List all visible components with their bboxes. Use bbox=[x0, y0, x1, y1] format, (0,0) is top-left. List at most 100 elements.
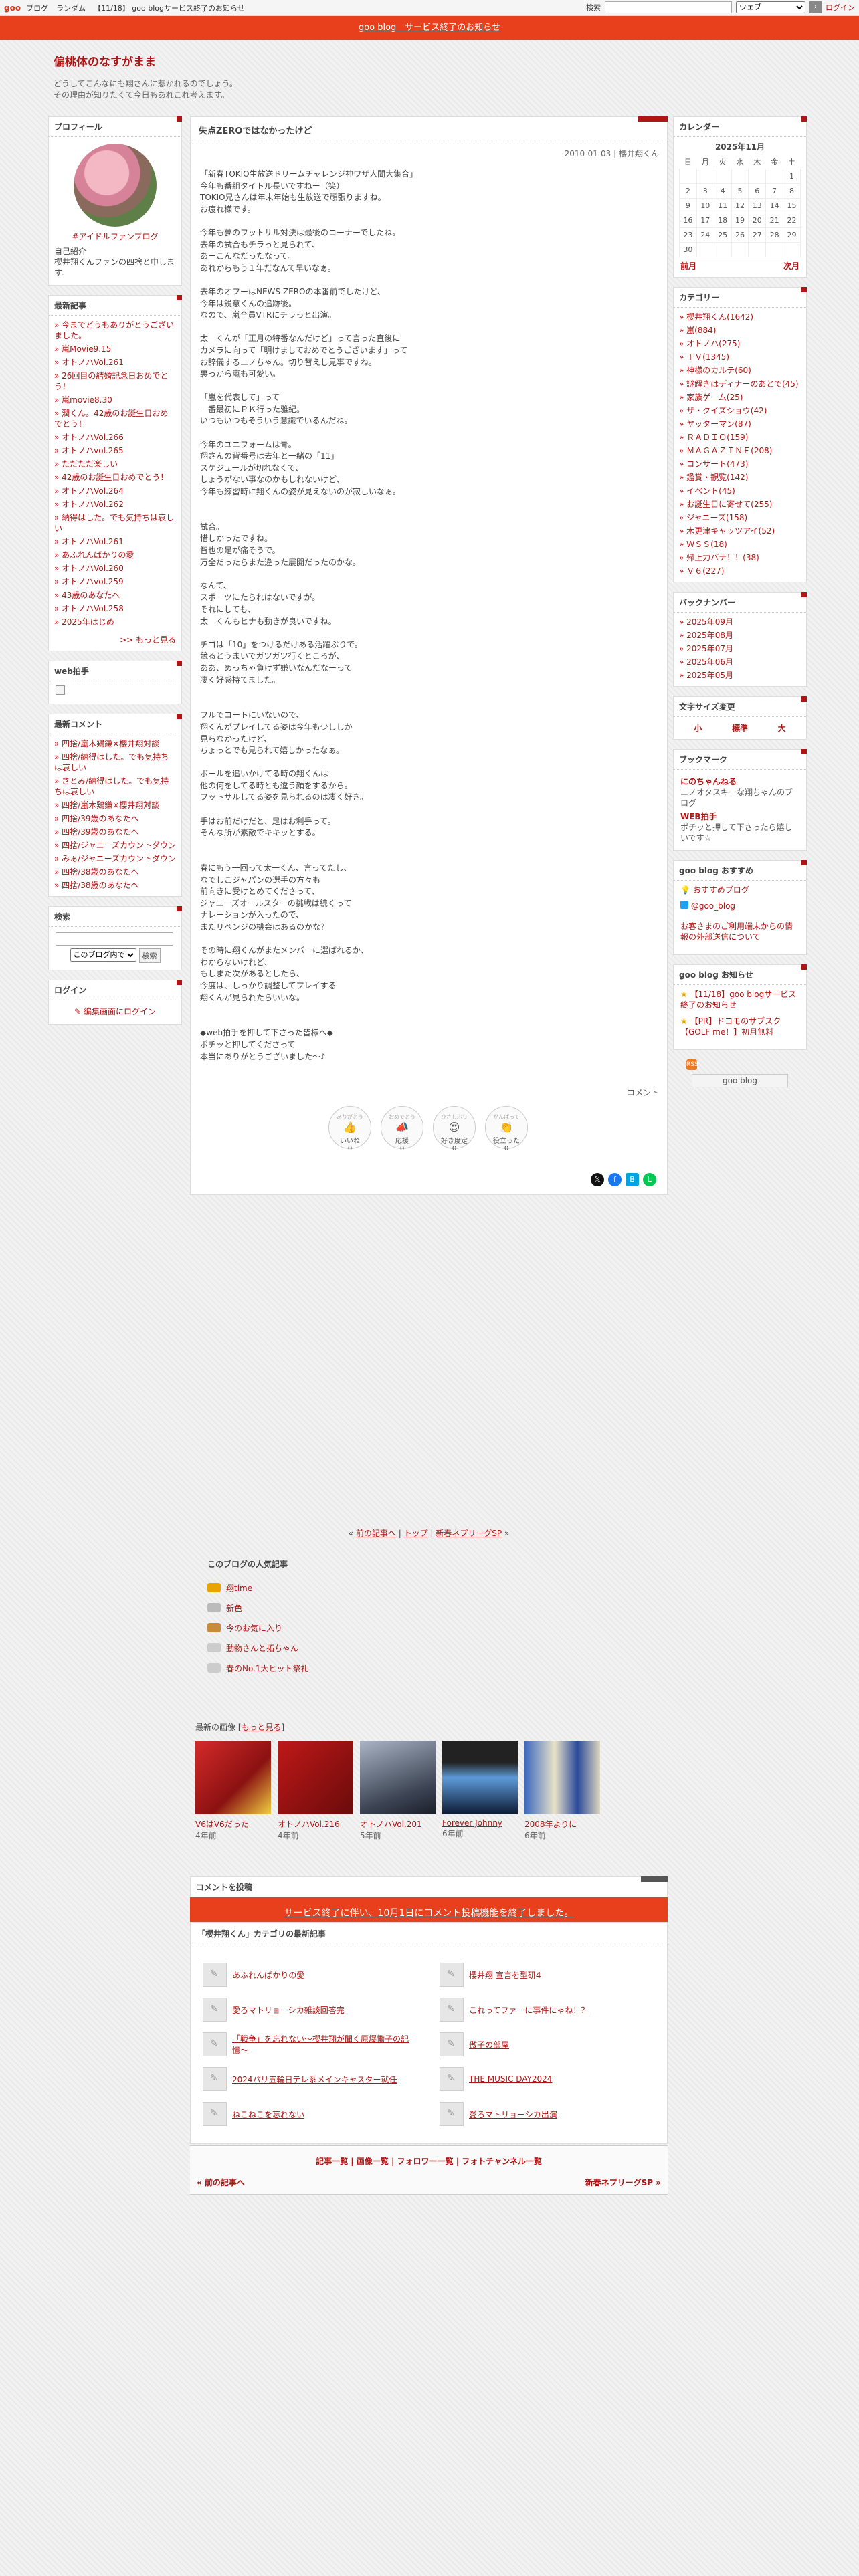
category-post-item[interactable]: 2024パリ五輪日テレ系メインキャスター就任 bbox=[203, 2066, 419, 2092]
category-item[interactable]: イベント(45) bbox=[679, 484, 801, 498]
category-item[interactable]: オトノハ(275) bbox=[679, 337, 801, 350]
category-post-link[interactable]: 「戦争」を忘れない〜櫻井翔が聞く原爆慟子の記憶〜 bbox=[232, 2033, 419, 2056]
comment-item[interactable]: さとみ/納得はした。でも気持ちは哀しい bbox=[54, 774, 176, 798]
recent-image[interactable] bbox=[195, 1741, 271, 1814]
category-link[interactable]: コンサート(473) bbox=[686, 459, 748, 469]
category-post-item[interactable]: 「戦争」を忘れない〜櫻井翔が聞く原爆慟子の記憶〜 bbox=[203, 2031, 419, 2058]
latest-post-link[interactable]: オトノハVol.262 bbox=[62, 500, 124, 509]
latest-post-link[interactable]: オトノハvol.265 bbox=[62, 446, 124, 455]
popular-link[interactable]: 春のNo.1大ヒット祭礼 bbox=[226, 1662, 309, 1674]
calendar-day[interactable]: 1 bbox=[783, 168, 801, 184]
blog-search-input[interactable] bbox=[56, 932, 173, 946]
latest-post-link[interactable]: オトノハVol.266 bbox=[62, 433, 124, 442]
category-post-link[interactable]: あふれんばかりの愛 bbox=[232, 1969, 304, 1981]
calendar-day[interactable]: 19 bbox=[731, 212, 749, 228]
comment-link[interactable]: 四捨/39歳のあなたへ bbox=[62, 814, 138, 823]
latest-post-item[interactable]: 嵐Movie9.15 bbox=[54, 342, 176, 356]
comment-item[interactable]: みぁ/ジャニーズカウントダウン bbox=[54, 852, 176, 865]
latest-post-link[interactable]: 43歳のあなたへ bbox=[62, 591, 120, 600]
blog-title[interactable]: 偏桃体のなすがまま bbox=[54, 52, 656, 69]
notice-link-pr[interactable]: 【PR】ドコモのサブスク【GOLF me！】初月無料 bbox=[680, 1016, 781, 1037]
latest-post-item[interactable]: オトノハVol.262 bbox=[54, 498, 176, 511]
category-item[interactable]: お誕生日に寄せて(255) bbox=[679, 498, 801, 511]
category-item[interactable]: ＲＡＤＩＯ(159) bbox=[679, 431, 801, 444]
comment-item[interactable]: 四捨/39歳のあなたへ bbox=[54, 812, 176, 825]
footer-prev-link[interactable]: « 前の記事へ bbox=[197, 2177, 245, 2188]
latest-post-link[interactable]: オトノハVol.264 bbox=[62, 486, 124, 496]
category-link[interactable]: 帰上力バナ！！(38) bbox=[686, 553, 759, 562]
category-link[interactable]: 家族ゲーム(25) bbox=[686, 393, 743, 402]
category-post-link[interactable]: ねこねこを忘れない bbox=[232, 2109, 304, 2120]
backnumber-link[interactable]: 2025年09月 bbox=[686, 617, 733, 627]
calendar-day[interactable]: 6 bbox=[748, 183, 767, 199]
pager-prev-link[interactable]: 前の記事へ bbox=[356, 1529, 396, 1538]
category-post-item[interactable]: 傲子の部屋 bbox=[440, 2031, 656, 2058]
rss-icon[interactable]: RSS bbox=[686, 1059, 698, 1070]
comment-item[interactable]: 四捨/嵐木鶏鎌×櫻井翔対談 bbox=[54, 737, 176, 750]
calendar-day[interactable]: 8 bbox=[783, 183, 801, 199]
calendar-day[interactable]: 15 bbox=[783, 197, 801, 213]
comment-link[interactable]: 四捨/39歳のあなたへ bbox=[62, 827, 138, 837]
comment-item[interactable]: 四捨/39歳のあなたへ bbox=[54, 825, 176, 839]
category-link[interactable]: ザ・クイズショウ(42) bbox=[686, 406, 767, 415]
category-link[interactable]: イベント(45) bbox=[686, 486, 735, 496]
category-post-item[interactable]: THE MUSIC DAY2024 bbox=[440, 2066, 656, 2092]
category-item[interactable]: 帰上力バナ！！(38) bbox=[679, 551, 801, 564]
latest-post-link[interactable]: 納得はした。でも気持ちは哀しい bbox=[54, 513, 174, 533]
category-item[interactable]: ＷＳＳ(18) bbox=[679, 538, 801, 551]
category-post-link[interactable]: 愛ろマトリョーシカ出演 bbox=[469, 2109, 557, 2120]
footer-nav-links[interactable]: 記事一覧 | 画像一覧 | フォロワー一覧 | フォトチャンネル一覧 bbox=[316, 2157, 542, 2166]
search-scope-select[interactable]: このブログ内で bbox=[70, 948, 136, 962]
calendar-day[interactable]: 28 bbox=[765, 227, 784, 243]
topbar-link-blog[interactable]: ブログ bbox=[26, 3, 48, 13]
font-size-large[interactable]: 大 bbox=[778, 722, 786, 734]
recommend-blog-link[interactable]: おすすめブログ bbox=[693, 885, 749, 895]
latest-post-link[interactable]: 嵐movie8.30 bbox=[62, 395, 112, 405]
pager-top-link[interactable]: トップ bbox=[404, 1529, 428, 1538]
category-item[interactable]: ＭＡＧＡＺＩＮＥ(208) bbox=[679, 444, 801, 457]
latest-post-link[interactable]: オトノハVol.261 bbox=[62, 537, 124, 546]
calendar-day[interactable]: 7 bbox=[765, 183, 784, 199]
category-link[interactable]: ＴＶ(1345) bbox=[686, 352, 729, 362]
category-link[interactable]: お誕生日に寄せて(255) bbox=[686, 500, 772, 509]
category-item[interactable]: Ｖ６(227) bbox=[679, 564, 801, 578]
category-post-item[interactable]: これってファーに事件にゃね！？ bbox=[440, 1996, 656, 2023]
reaction-button[interactable]: ひさしぶり 😍 好き度定 0 bbox=[433, 1105, 476, 1152]
line-share-icon[interactable]: L bbox=[643, 1172, 656, 1186]
latest-post-link[interactable]: 嵐Movie9.15 bbox=[62, 344, 111, 354]
category-item[interactable]: ジャニーズ(158) bbox=[679, 511, 801, 524]
external-transmission-link[interactable]: お客さまのご利用端末からの情報の外部送信について bbox=[680, 922, 793, 942]
footer-next-link[interactable]: 新春ネプリーグSP » bbox=[585, 2177, 661, 2188]
comment-link[interactable]: 四捨/38歳のあなたへ bbox=[62, 867, 138, 877]
category-post-item[interactable]: 愛ろマトリョーシカ雑談回答完 bbox=[203, 1996, 419, 2023]
latest-post-item[interactable]: 嵐movie8.30 bbox=[54, 393, 176, 407]
category-post-link[interactable]: 2024パリ五輪日テレ系メインキャスター就任 bbox=[232, 2074, 397, 2085]
popular-item[interactable]: 春のNo.1大ヒット祭礼 bbox=[207, 1658, 662, 1678]
calendar-day[interactable]: 12 bbox=[731, 197, 749, 213]
backnumber-link[interactable]: 2025年07月 bbox=[686, 644, 733, 653]
category-link[interactable]: 嵐(884) bbox=[686, 326, 716, 335]
backnumber-item[interactable]: 2025年06月 bbox=[679, 655, 801, 669]
comment-item[interactable]: 四捨/嵐木鶏鎌×櫻井翔対談 bbox=[54, 798, 176, 812]
recent-images-more-link[interactable]: もっと見る bbox=[242, 1723, 282, 1732]
category-link[interactable]: 謎解きはディナーのあとで(45) bbox=[686, 379, 798, 389]
profile-name-link[interactable]: #アイドルファンブログ bbox=[72, 232, 158, 241]
service-end-link[interactable]: goo blog サービス終了のお知らせ bbox=[359, 23, 500, 33]
calendar-day[interactable]: 29 bbox=[783, 227, 801, 243]
bookmark-link[interactable]: にのちゃんねる bbox=[680, 776, 799, 787]
font-size-small[interactable]: 小 bbox=[694, 722, 702, 734]
category-post-link[interactable]: これってファーに事件にゃね！？ bbox=[469, 2004, 589, 2016]
topbar-search-select[interactable]: ウェブ bbox=[736, 1, 805, 13]
category-link[interactable]: ジャニーズ(158) bbox=[686, 513, 747, 522]
calendar-day[interactable]: 2 bbox=[679, 183, 697, 199]
comment-link[interactable]: みぁ/ジャニーズカウントダウン bbox=[62, 854, 176, 863]
latest-post-link[interactable]: 2025年はじめ bbox=[62, 617, 114, 627]
reaction-button[interactable]: ありがとう 👍 いいね 0 bbox=[328, 1105, 371, 1152]
latest-post-link[interactable]: オトノハVol.260 bbox=[62, 564, 124, 573]
category-post-link[interactable]: 傲子の部屋 bbox=[469, 2039, 509, 2050]
latest-post-item[interactable]: オトノハVol.261 bbox=[54, 356, 176, 369]
backnumber-link[interactable]: 2025年06月 bbox=[686, 657, 733, 667]
popular-item[interactable]: 今のお気に入り bbox=[207, 1618, 662, 1638]
popular-link[interactable]: 新色 bbox=[226, 1602, 242, 1614]
recent-image-card[interactable]: V6はV6だった 4年前 bbox=[195, 1741, 271, 1841]
